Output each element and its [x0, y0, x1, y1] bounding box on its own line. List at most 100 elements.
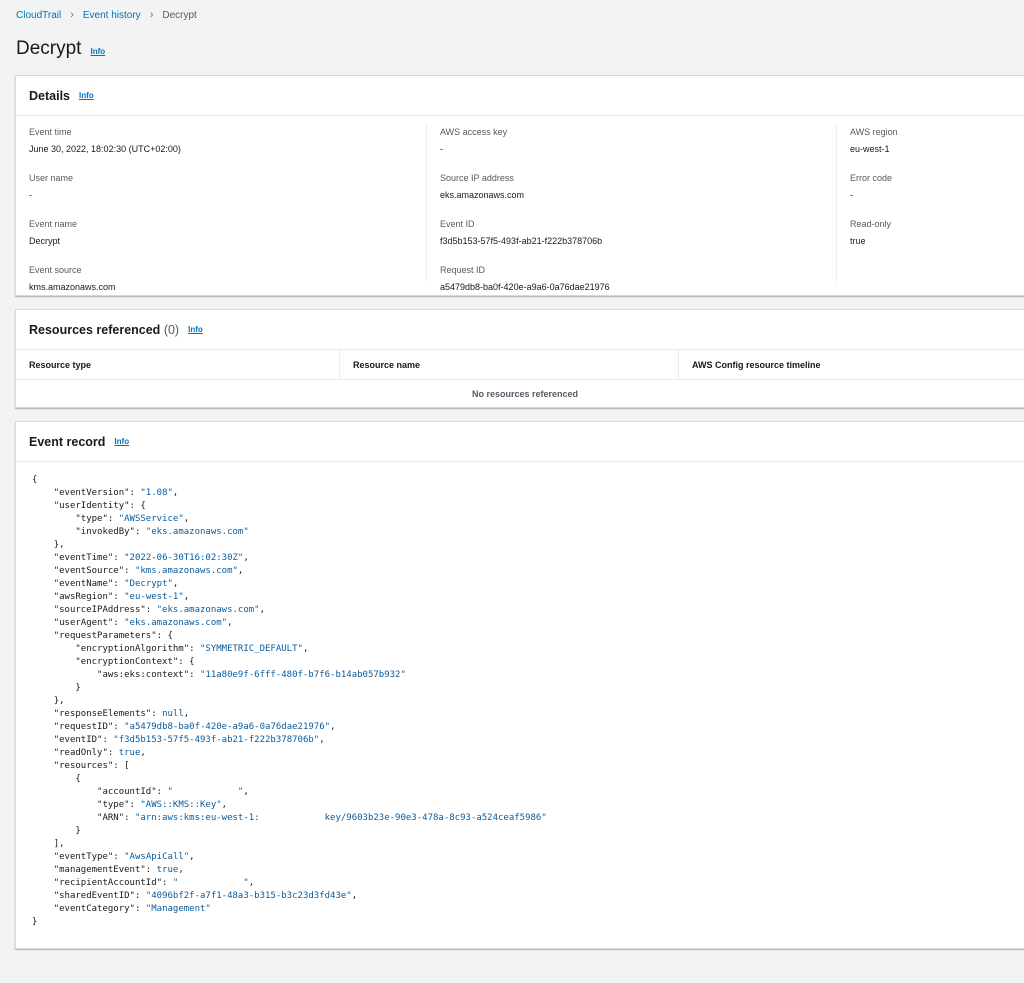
code-line: ],	[32, 838, 1024, 851]
resources-panel: Resources referenced (0) Info Resource t…	[15, 309, 1024, 408]
code-key: "sharedEventID":	[53, 891, 146, 901]
breadcrumb-cloudtrail[interactable]: CloudTrail	[16, 10, 61, 21]
field-label: AWS region	[850, 127, 898, 137]
code-line: "requestID": "a5479db8-ba0f-420e-a9a6-0a…	[32, 721, 1024, 734]
code-key: "eventType":	[53, 852, 125, 862]
field-event-id: Event ID f3d5b153-57f5-493f-ab21-f222b37…	[440, 219, 836, 262]
code-line: "encryptionAlgorithm": "SYMMETRIC_DEFAUL…	[32, 643, 1024, 656]
field-value: -	[850, 190, 853, 200]
code-line: "invokedBy": "eks.amazonaws.com"	[32, 526, 1024, 539]
code-key: "readOnly":	[53, 748, 119, 758]
field-label: User name	[29, 173, 74, 183]
resources-title: Resources referenced (0)	[29, 323, 179, 337]
code-punct: ,	[221, 800, 228, 810]
code-line: "eventName": "Decrypt",	[32, 578, 1024, 591]
resources-title-text: Resources referenced	[29, 322, 161, 337]
field-label: Event name	[29, 219, 78, 229]
details-grid: Event time June 30, 2022, 18:02:30 (UTC+…	[16, 116, 1024, 296]
code-key: }	[75, 683, 81, 693]
code-line: "aws:eks:context": "11a80e9f-6fff-480f-b…	[32, 669, 1024, 682]
code-line: "recipientAccountId": " ",	[32, 877, 1024, 890]
details-info-link[interactable]: Info	[79, 91, 94, 100]
code-line: "ARN": "arn:aws:kms:eu-west-1: key/9603b…	[32, 812, 1024, 825]
breadcrumb-event-history[interactable]: Event history	[83, 10, 141, 21]
code-key: "encryptionAlgorithm":	[75, 644, 200, 654]
column-header-resource-type[interactable]: Resource type	[16, 350, 339, 379]
field-value: a5479db8-ba0f-420e-a9a6-0a76dae21976	[440, 282, 610, 292]
column-header-resource-name[interactable]: Resource name	[339, 350, 678, 379]
code-line: "eventType": "AwsApiCall",	[32, 851, 1024, 864]
resources-info-link[interactable]: Info	[188, 325, 203, 334]
code-key: },	[53, 696, 65, 706]
page-header: Decrypt Info	[16, 38, 105, 60]
code-value: "11a80e9f-6fff-480f-b7f6-b14ab057b932"	[199, 670, 406, 680]
event-record-panel: Event record Info { "eventVersion": "1.0…	[15, 421, 1024, 949]
details-panel: Details Info Event time June 30, 2022, 1…	[15, 75, 1024, 296]
details-header: Details Info	[16, 76, 1024, 116]
code-value: "kms.amazonaws.com"	[134, 566, 238, 576]
code-key: "type":	[97, 800, 141, 810]
code-line: "eventVersion": "1.08",	[32, 487, 1024, 500]
code-value: "AWSService"	[118, 514, 184, 524]
code-key: "managementEvent":	[53, 865, 157, 875]
code-line: "awsRegion": "eu-west-1",	[32, 591, 1024, 604]
field-event-source: Event source kms.amazonaws.com	[29, 265, 424, 308]
code-line: "eventCategory": "Management"	[32, 903, 1024, 916]
code-punct: ,	[243, 787, 249, 797]
code-punct: ,	[237, 566, 244, 576]
field-value: eu-west-1	[850, 144, 890, 154]
code-line: {	[32, 474, 1024, 487]
field-label: AWS access key	[440, 127, 508, 137]
field-label: Event ID	[440, 219, 475, 229]
code-key: "sourceIPAddress":	[53, 605, 157, 615]
field-label: Error code	[850, 173, 893, 183]
column-header-config-timeline[interactable]: AWS Config resource timeline	[678, 350, 821, 379]
code-line: "userIdentity": {	[32, 500, 1024, 513]
field-user-name: User name -	[29, 173, 424, 216]
field-read-only: Read-only true	[850, 219, 1024, 262]
code-value: "eu-west-1"	[124, 592, 184, 602]
event-record-json: { "eventVersion": "1.08", "userIdentity"…	[16, 462, 1024, 929]
code-key: "eventVersion":	[53, 488, 141, 498]
field-label: Source IP address	[440, 173, 514, 183]
code-punct: ,	[243, 553, 249, 563]
code-value: "Decrypt"	[124, 579, 173, 589]
field-value: -	[440, 144, 443, 154]
field-request-id: Request ID a5479db8-ba0f-420e-a9a6-0a76d…	[440, 265, 836, 308]
code-line: "type": "AWS::KMS::Key",	[32, 799, 1024, 812]
code-line: }	[32, 825, 1024, 838]
resources-header: Resources referenced (0) Info	[16, 310, 1024, 350]
code-punct: ,	[302, 644, 309, 654]
code-line: "accountId": " ",	[32, 786, 1024, 799]
page-title: Decrypt	[16, 38, 82, 59]
event-record-info-link[interactable]: Info	[114, 437, 129, 446]
code-line: }	[32, 682, 1024, 695]
code-value: "SYMMETRIC_DEFAULT"	[199, 644, 303, 654]
code-line: "sourceIPAddress": "eks.amazonaws.com",	[32, 604, 1024, 617]
code-key: "requestID":	[53, 722, 125, 732]
code-value: "2022-06-30T16:02:30Z"	[124, 553, 244, 563]
code-key: "accountId":	[97, 787, 168, 797]
event-record-header: Event record Info	[16, 422, 1024, 462]
code-punct: ,	[189, 852, 195, 862]
code-punct: ,	[183, 709, 190, 719]
details-column-3: AWS region eu-west-1 Error code - Read-o…	[836, 124, 1024, 282]
code-value: "AwsApiCall"	[124, 852, 190, 862]
code-key: "eventTime":	[53, 553, 125, 563]
code-value: " "	[167, 787, 244, 797]
field-access-key: AWS access key -	[440, 127, 836, 170]
code-line: "type": "AWSService",	[32, 513, 1024, 526]
field-label: Request ID	[440, 265, 486, 275]
resources-table: Resource type Resource name AWS Config r…	[16, 350, 1024, 407]
code-line: "encryptionContext": {	[32, 656, 1024, 669]
code-key: "userAgent":	[53, 618, 125, 628]
code-value: "AWS::KMS::Key"	[140, 800, 222, 810]
code-key: },	[53, 540, 65, 550]
code-key: "ARN":	[97, 813, 135, 823]
code-value: "arn:aws:kms:eu-west-1: key/9603b23e-90e…	[134, 813, 547, 823]
page-info-link[interactable]: Info	[90, 47, 105, 56]
code-value: true	[156, 865, 179, 875]
field-event-time: Event time June 30, 2022, 18:02:30 (UTC+…	[29, 127, 424, 170]
field-event-name: Event name Decrypt	[29, 219, 424, 262]
code-punct: ,	[248, 878, 255, 888]
